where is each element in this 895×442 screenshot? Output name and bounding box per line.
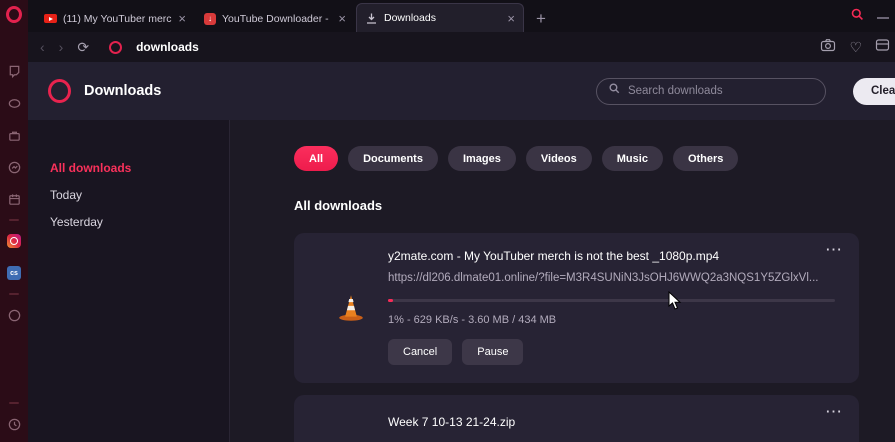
browser-column: (11) My YouTuber merch is × ↓ YouTube Do…	[28, 0, 895, 442]
downloads-header: Downloads Clear downloads	[28, 62, 895, 120]
pause-button[interactable]: Pause	[462, 339, 523, 365]
clear-downloads-button[interactable]: Clear downloads	[853, 78, 895, 105]
vlc-cone-icon	[314, 292, 388, 322]
progress-fill	[388, 299, 393, 302]
new-tab-button[interactable]: +	[536, 10, 546, 27]
filter-images[interactable]: Images	[448, 146, 516, 171]
forward-icon[interactable]: ›	[59, 40, 64, 54]
opera-logo	[48, 79, 71, 103]
address-url[interactable]: downloads	[136, 40, 199, 54]
filter-videos[interactable]: Videos	[526, 146, 592, 171]
rail-separator	[9, 402, 19, 404]
downloads-main: All Documents Images Videos Music Others…	[230, 120, 895, 442]
counter-strike-icon[interactable]: cs	[6, 265, 22, 281]
instagram-icon[interactable]	[6, 233, 22, 249]
opera-site-icon	[109, 41, 122, 54]
youtube-icon	[44, 14, 57, 23]
more-icon[interactable]: ⋯	[825, 403, 843, 420]
search-input[interactable]	[628, 85, 814, 97]
nav-today[interactable]: Today	[50, 181, 229, 208]
twitch-icon[interactable]	[6, 63, 22, 79]
opera-logo-icon[interactable]	[6, 6, 22, 23]
nav-all-downloads[interactable]: All downloads	[50, 154, 229, 181]
download-status: 1% - 629 KB/s - 3.60 MB / 434 MB	[388, 314, 839, 326]
page-title: Downloads	[84, 83, 161, 99]
section-title: All downloads	[294, 198, 895, 213]
tab-label: Downloads	[384, 12, 501, 24]
calendar-icon[interactable]	[6, 191, 22, 207]
history-clock-icon[interactable]	[6, 416, 22, 432]
download-title: y2mate.com - My YouTuber merch is not th…	[388, 249, 839, 263]
tab-label: YouTube Downloader - Dow	[222, 13, 332, 25]
downloads-body: All downloads Today Yesterday All Docume…	[28, 120, 895, 442]
filter-chips: All Documents Images Videos Music Others	[294, 146, 895, 171]
address-bar-actions: ♡	[820, 38, 883, 57]
filter-documents[interactable]: Documents	[348, 146, 438, 171]
address-bar: ‹ › ⟳ downloads ♡	[28, 32, 895, 62]
download-item: ⋯ Week 7 10-13 21-24.zip	[294, 395, 859, 442]
download-icon	[365, 12, 378, 25]
tab-bar: (11) My YouTuber merch is × ↓ YouTube Do…	[28, 0, 895, 32]
tab-label: (11) My YouTuber merch is	[63, 13, 172, 25]
search-box[interactable]	[596, 78, 826, 105]
back-icon[interactable]: ‹	[40, 40, 45, 54]
download-item: ⋯ y2mate.com - M	[294, 233, 859, 383]
download-actions: Cancel Pause	[388, 339, 839, 365]
download-url: https://dl206.dlmate01.online/?file=M3R4…	[388, 272, 839, 284]
filter-all[interactable]: All	[294, 146, 338, 171]
messenger-icon[interactable]	[6, 159, 22, 175]
briefcase-icon[interactable]	[6, 127, 22, 143]
download-title: Week 7 10-13 21-24.zip	[388, 415, 839, 429]
rail-separator	[9, 293, 19, 295]
yt-downloader-icon: ↓	[204, 13, 216, 25]
close-icon[interactable]: ×	[178, 12, 186, 25]
gx-sidebar: cs	[0, 0, 28, 442]
discord-icon[interactable]	[6, 95, 22, 111]
snapshot-camera-icon[interactable]	[820, 38, 836, 57]
progress-bar	[388, 299, 835, 302]
tab-menu-icon[interactable]	[877, 13, 889, 19]
search-icon	[608, 82, 621, 100]
record-icon[interactable]	[6, 307, 22, 323]
filter-music[interactable]: Music	[602, 146, 663, 171]
more-icon[interactable]: ⋯	[825, 241, 843, 258]
nav-yesterday[interactable]: Yesterday	[50, 208, 229, 235]
cancel-button[interactable]: Cancel	[388, 339, 452, 365]
mouse-cursor	[668, 291, 683, 316]
downloads-page: Downloads Clear downloads All downloads …	[28, 62, 895, 442]
filter-others[interactable]: Others	[673, 146, 738, 171]
downloads-nav: All downloads Today Yesterday	[28, 120, 229, 442]
tab-downloads[interactable]: Downloads ×	[356, 3, 524, 32]
tab-yt-downloader[interactable]: ↓ YouTube Downloader - Dow ×	[196, 5, 354, 32]
search-tabs-icon[interactable]	[850, 7, 865, 27]
rail-separator	[9, 219, 19, 221]
heart-icon[interactable]: ♡	[849, 40, 862, 54]
opera-gx-window: cs (11) My YouTuber merch is × ↓ YouTube…	[0, 0, 895, 442]
close-icon[interactable]: ×	[338, 12, 346, 25]
extensions-icon[interactable]	[875, 38, 890, 57]
tab-youtube[interactable]: (11) My YouTuber merch is ×	[36, 5, 194, 32]
reload-icon[interactable]: ⟳	[77, 40, 89, 54]
close-icon[interactable]: ×	[507, 12, 515, 25]
